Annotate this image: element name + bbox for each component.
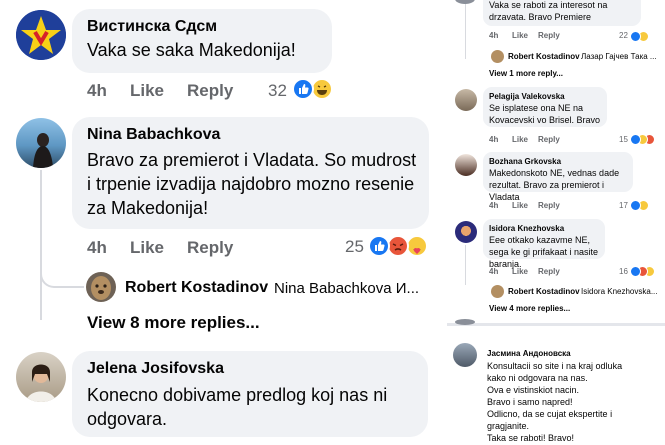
view-more-replies-link[interactable]: View 4 more replies... [489,304,570,313]
avatar[interactable] [16,352,66,402]
comment-text: Vaka se saka Makedonija! [87,40,296,60]
thread-line [465,245,466,285]
left-comments-panel: Вистинска Сдсм Vaka se saka Makedonija! … [0,0,440,445]
comment-text-line: Bravo i samo napred! [487,397,573,407]
comment-author[interactable]: Вистинска Сдсм [87,18,217,36]
avatar[interactable] [16,10,66,60]
avatar[interactable] [16,118,66,168]
comment-text: Konsultacii so site i na kraj odluka kak… [487,360,657,444]
like-reaction-icon[interactable] [630,31,641,42]
comment-text: Konecno dobivame predlog koj nas ni odgo… [87,385,388,429]
reaction-count[interactable]: 16 [619,267,628,276]
care-reaction-icon[interactable] [406,235,428,257]
comment-text-line: Odlicno, da se cujat ekspertite i [487,409,613,419]
like-button[interactable]: Like [512,135,528,144]
comment-author[interactable]: Isidora Knezhovska [489,224,564,233]
reply-button[interactable]: Reply [538,201,560,210]
comment-text: Vaka se raboti za interesot na drzavata.… [489,0,608,22]
reply-button[interactable]: Reply [538,135,560,144]
reaction-count[interactable]: 17 [619,201,628,210]
like-reaction-icon[interactable] [630,266,641,277]
comment-author[interactable]: Bozhana Grkovska [489,157,561,166]
comment-time[interactable]: 4h [87,238,107,258]
like-button[interactable]: Like [512,201,528,210]
comment-time[interactable]: 4h [87,81,107,101]
reply-button[interactable]: Reply [187,238,233,258]
view-more-replies-link[interactable]: View 8 more replies... [87,313,260,333]
comment-text: Makedonskoto NE, vednas dade rezultat. B… [489,168,620,202]
like-button[interactable]: Like [512,31,528,40]
reply-button[interactable]: Reply [187,81,233,101]
comment-text-line: kako ni odgovara na nas. [487,373,588,383]
comment-time[interactable]: 4h [489,31,498,40]
like-reaction-icon[interactable] [368,235,390,257]
avatar[interactable] [455,154,477,176]
avatar[interactable] [491,50,504,63]
reaction-count[interactable]: 32 [268,81,287,101]
comment-text-line: Taka se raboti! Bravo! [487,433,575,443]
reply-button[interactable]: Reply [538,267,560,276]
avatar[interactable] [455,221,477,243]
reply-preview-text[interactable]: Лазар Гајчев Така ... [581,52,657,61]
right-comments-panel: Vaka se raboti za interesot na drzavata.… [447,0,665,445]
like-reaction-icon[interactable] [630,134,641,145]
thread-line [40,170,42,320]
comment-time[interactable]: 4h [489,267,498,276]
thread-line [40,262,84,288]
haha-reaction-icon[interactable] [311,78,333,100]
comment-time[interactable]: 4h [489,201,498,210]
comment-author[interactable]: Pelagija Valekovska [489,92,565,101]
like-button[interactable]: Like [130,238,164,258]
reply-author[interactable]: Robert Kostadinov [508,52,580,61]
comment-text: Eee otkako kazavme NE, sega ke gi prifak… [489,235,599,269]
comment-text: Bravo za premierot i Vladata. So mudrost… [87,150,417,218]
avatar[interactable] [455,89,477,111]
view-more-replies-link[interactable]: View 1 more reply... [489,69,563,78]
comment-text-line: Ova e vistinskiot nacin. [487,385,580,395]
reply-preview-text[interactable]: Isidora Knezhovska... [581,287,657,296]
like-reaction-icon[interactable] [292,78,314,100]
screenshot-divider [447,323,665,326]
angry-reaction-icon[interactable] [387,235,409,257]
reaction-count[interactable]: 15 [619,135,628,144]
reply-preview-text[interactable]: Nina Babachkova И... [274,280,419,297]
reaction-count[interactable]: 22 [619,31,628,40]
comment-author[interactable]: Јасмина Андоновска [487,349,571,358]
comment-text-line: gragjanite. [487,421,530,431]
comment-text-line: Konsultacii so site i na kraj odluka [487,361,623,371]
comment-author[interactable]: Jelena Josifovska [87,360,224,378]
like-button[interactable]: Like [130,81,164,101]
comment-time[interactable]: 4h [489,135,498,144]
comment-author[interactable]: Nina Babachkova [87,126,220,144]
like-reaction-icon[interactable] [630,200,641,211]
avatar[interactable] [455,319,475,325]
star-logo-icon [16,10,66,60]
reply-author[interactable]: Robert Kostadinov [508,287,580,296]
avatar[interactable] [86,272,116,302]
reply-author[interactable]: Robert Kostadinov [125,279,268,297]
reaction-count[interactable]: 25 [345,237,364,257]
comment-text: Se isplatese ona NE na Kovacevski vo Bri… [489,103,601,125]
reply-button[interactable]: Reply [538,31,560,40]
avatar[interactable] [453,343,477,367]
avatar[interactable] [491,285,504,298]
like-button[interactable]: Like [512,267,528,276]
thread-line [465,4,466,59]
